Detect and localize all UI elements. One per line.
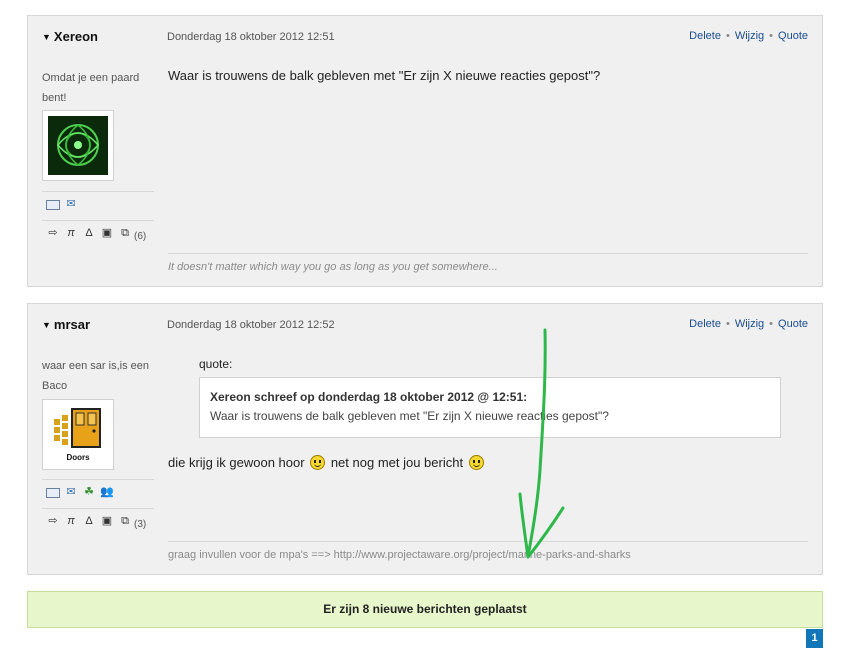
separator: •: [725, 318, 730, 330]
post-header: ▼ mrsar Donderdag 18 oktober 2012 12:52 D…: [28, 304, 822, 344]
quote-link[interactable]: Quote: [778, 30, 808, 42]
forum-post: ▼ Xereon Donderdag 18 oktober 2012 12:51 …: [27, 15, 823, 287]
users-icon[interactable]: 👥: [100, 486, 114, 499]
separator: •: [725, 30, 730, 42]
post-signature: It doesn't matter which way you go as lo…: [168, 253, 808, 273]
edit-link[interactable]: Wijzig: [735, 318, 764, 330]
profile-card-icon[interactable]: [46, 200, 60, 210]
copy-icon[interactable]: ⧉: [118, 515, 132, 528]
post-author[interactable]: ▼ Xereon: [42, 29, 98, 44]
reply-text: die krijg ik gewoon hoor: [168, 455, 305, 470]
stat-count: (3): [134, 519, 147, 530]
separator: •: [769, 30, 774, 42]
quote-block: Xereon schreef op donderdag 18 oktober 2…: [199, 377, 781, 438]
post-content: die krijg ik gewoon hoor net nog met jou…: [168, 455, 486, 470]
separator: •: [769, 318, 774, 330]
profile-icons: ✉: [42, 191, 154, 215]
new-messages-notice[interactable]: Er zijn 8 nieuwe berichten geplaatst: [27, 591, 823, 628]
post-date: Donderdag 18 oktober 2012 12:51: [167, 31, 335, 43]
forum-post: ▼ mrsar Donderdag 18 oktober 2012 12:52 D…: [27, 303, 823, 575]
quote-text: Waar is trouwens de balk gebleven met "E…: [210, 409, 609, 423]
page-number-current[interactable]: 1: [806, 629, 823, 648]
author-name[interactable]: Xereon: [54, 29, 98, 44]
devices-icon[interactable]: ▣: [100, 515, 114, 528]
stat-icons: ⇨ π Δ ▣ ⧉ (6): [42, 220, 154, 244]
collapse-triangle-icon[interactable]: ▼: [42, 32, 51, 42]
delta-icon[interactable]: Δ: [82, 515, 96, 528]
author-name[interactable]: mrsar: [54, 317, 90, 332]
stat-count: (6): [134, 231, 147, 242]
quote-author: Xereon schreef op donderdag 18 oktober 2…: [210, 390, 528, 404]
profile-card-icon[interactable]: [46, 488, 60, 498]
doors-logo-avatar-icon: Doors: [48, 405, 108, 464]
export-icon[interactable]: ⇨: [46, 515, 60, 528]
post-header: ▼ Xereon Donderdag 18 oktober 2012 12:51 …: [28, 16, 822, 56]
edit-link[interactable]: Wijzig: [735, 30, 764, 42]
pi-icon[interactable]: π: [64, 515, 78, 528]
avatar[interactable]: Doors: [42, 399, 114, 470]
export-icon[interactable]: ⇨: [46, 227, 60, 240]
post-author[interactable]: ▼ mrsar: [42, 317, 90, 332]
user-title: Omdat je een paard bent!: [42, 72, 140, 104]
delete-link[interactable]: Delete: [689, 318, 721, 330]
pi-icon[interactable]: π: [64, 227, 78, 240]
post-content: Waar is trouwens de balk gebleven met "E…: [168, 68, 601, 83]
message-icon[interactable]: ✉: [64, 486, 78, 499]
quote-link[interactable]: Quote: [778, 318, 808, 330]
copy-icon[interactable]: ⧉: [118, 227, 132, 240]
smiley-icon: [310, 455, 326, 470]
clover-icon[interactable]: ☘: [82, 486, 96, 499]
avatar-caption: Doors: [66, 453, 90, 462]
stat-icons: ⇨ π Δ ▣ ⧉ (3): [42, 508, 154, 532]
collapse-triangle-icon[interactable]: ▼: [42, 320, 51, 330]
post-date: Donderdag 18 oktober 2012 12:52: [167, 319, 335, 331]
delta-icon[interactable]: Δ: [82, 227, 96, 240]
avatar[interactable]: [42, 110, 114, 181]
quote-label: quote:: [199, 357, 233, 371]
message-icon[interactable]: ✉: [64, 198, 78, 211]
reply-text: net nog met jou bericht: [330, 455, 464, 470]
celtic-pattern-avatar-icon: [48, 116, 108, 175]
post-actions: Delete • Wijzig • Quote: [689, 30, 808, 42]
user-title: waar een sar is,is een Baco: [42, 360, 149, 392]
smiley-icon: [468, 455, 484, 470]
post-actions: Delete • Wijzig • Quote: [689, 318, 808, 330]
profile-icons: ✉ ☘ 👥: [42, 479, 154, 503]
devices-icon[interactable]: ▣: [100, 227, 114, 240]
delete-link[interactable]: Delete: [689, 30, 721, 42]
post-signature: graag invullen voor de mpa's ==> http://…: [168, 541, 808, 561]
